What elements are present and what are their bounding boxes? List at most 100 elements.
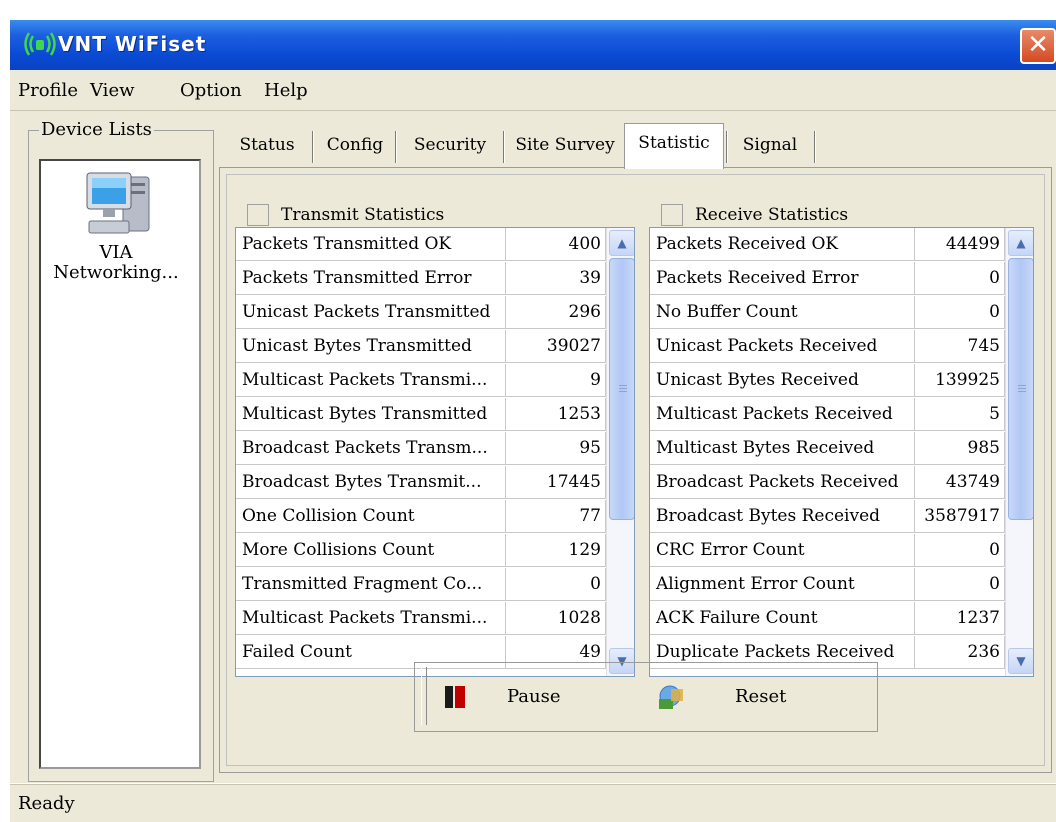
stat-name: Broadcast Bytes Received (650, 500, 915, 533)
tab-security[interactable]: Security (400, 126, 500, 166)
stat-name: ACK Failure Count (650, 602, 915, 635)
table-row[interactable]: ACK Failure Count 1237 (650, 602, 1005, 636)
tab-site-survey[interactable]: Site Survey (508, 126, 622, 166)
close-button[interactable]: ✕ (1020, 28, 1056, 64)
transmit-title: Transmit Statistics (281, 205, 445, 225)
receive-checkbox[interactable] (661, 204, 683, 226)
pause-icon (445, 686, 465, 708)
table-row[interactable]: Packets Transmitted Error 39 (236, 262, 606, 296)
status-bar: Ready (10, 784, 1056, 822)
stat-name: Broadcast Packets Received (650, 466, 915, 499)
table-row[interactable]: CRC Error Count 0 (650, 534, 1005, 568)
stat-value: 39 (506, 262, 606, 295)
scroll-down-icon[interactable]: ▼ (1008, 648, 1033, 674)
table-row[interactable]: Broadcast Packets Received 43749 (650, 466, 1005, 500)
table-row[interactable]: Alignment Error Count 0 (650, 568, 1005, 602)
device-lists-group: Device Lists VIA Networking... (28, 119, 214, 782)
stat-value: 9 (506, 364, 606, 397)
stat-name: Multicast Packets Received (650, 398, 915, 431)
transmit-stats-list[interactable]: Failed Count 49 Multicast Packets Transmi.… (235, 227, 635, 677)
scroll-up-icon[interactable]: ▲ (1008, 230, 1033, 256)
client-area: Device Lists VIA Networking... Status Co (10, 111, 1056, 783)
stat-value: 0 (915, 568, 1005, 601)
stat-name: Unicast Packets Received (650, 330, 915, 363)
stat-name: More Collisions Count (236, 534, 506, 567)
stat-value: 0 (506, 568, 606, 601)
computer-icon[interactable] (83, 169, 159, 239)
table-row[interactable]: No Buffer Count 0 (650, 296, 1005, 330)
close-icon: ✕ (1027, 30, 1049, 60)
tab-config[interactable]: Config (320, 126, 390, 166)
menu-option[interactable]: Option (180, 80, 242, 101)
table-row[interactable]: Multicast Packets Received 5 (650, 398, 1005, 432)
table-row[interactable]: Packets Received Error 0 (650, 262, 1005, 296)
table-row[interactable]: Multicast Packets Transmi... 1028 (236, 602, 606, 636)
stat-name: Packets Transmitted Error (236, 262, 506, 295)
stat-name: One Collision Count (236, 500, 506, 533)
stat-name: Transmitted Fragment Co... (236, 568, 506, 601)
stat-name: Broadcast Bytes Transmit... (236, 466, 506, 499)
table-row[interactable]: Packets Received OK 44499 (650, 228, 1005, 262)
table-row[interactable]: Unicast Packets Received 745 (650, 330, 1005, 364)
reset-label: Reset (735, 686, 787, 707)
transmit-scroll-thumb[interactable] (609, 258, 634, 520)
tab-signal[interactable]: Signal (732, 126, 808, 166)
transmit-checkbox[interactable] (247, 204, 269, 226)
transmit-scrollbar[interactable]: ▲ ▼ (606, 228, 634, 676)
menu-help[interactable]: Help (264, 80, 308, 101)
stat-name: Packets Received Error (650, 262, 915, 295)
table-row[interactable]: More Collisions Count 129 (236, 534, 606, 568)
table-row[interactable]: Multicast Bytes Transmitted 1253 (236, 398, 606, 432)
device-list-box[interactable]: VIA Networking... (39, 159, 201, 769)
table-row[interactable]: Unicast Bytes Received 139925 (650, 364, 1005, 398)
tab-separator (726, 131, 727, 163)
table-row[interactable]: Broadcast Bytes Transmit... 17445 (236, 466, 606, 500)
stat-name: Multicast Bytes Received (650, 432, 915, 465)
menu-profile[interactable]: Profile (18, 80, 78, 101)
stat-value: 44499 (915, 228, 1005, 261)
table-row[interactable]: Multicast Packets Transmi... 9 (236, 364, 606, 398)
tab-statistic[interactable]: Statistic (624, 123, 724, 169)
tab-separator (395, 131, 396, 163)
stat-value: 236 (915, 636, 1005, 669)
table-row[interactable]: Broadcast Packets Transm... 95 (236, 432, 606, 466)
pause-button[interactable]: Pause (441, 669, 641, 725)
table-row[interactable]: Transmitted Fragment Co... 0 (236, 568, 606, 602)
table-row[interactable]: Multicast Bytes Received 985 (650, 432, 1005, 466)
device-label-line2[interactable]: Networking... (41, 263, 191, 283)
menu-view[interactable]: View (90, 80, 135, 101)
table-row[interactable]: Packets Transmitted OK 400 (236, 228, 606, 262)
wifi-logo-icon (24, 32, 56, 56)
receive-scrollbar[interactable]: ▲ ▼ (1005, 228, 1033, 676)
stat-value: 5 (915, 398, 1005, 431)
table-row[interactable]: Broadcast Bytes Received 3587917 (650, 500, 1005, 534)
scroll-up-icon[interactable]: ▲ (609, 230, 634, 256)
stat-value: 17445 (506, 466, 606, 499)
stat-name: Multicast Packets Transmi... (236, 364, 506, 397)
stat-value: 0 (915, 262, 1005, 295)
stat-value: 1028 (506, 602, 606, 635)
stat-value: 985 (915, 432, 1005, 465)
tab-status[interactable]: Status (230, 126, 304, 166)
title-bar[interactable]: VNT WiFiset ✕ (10, 20, 1056, 70)
receive-stats-list[interactable]: Duplicate Packets Received 236 ACK Failure… (649, 227, 1034, 677)
stat-value: 43749 (915, 466, 1005, 499)
stat-value: 139925 (915, 364, 1005, 397)
device-lists-legend: Device Lists (39, 119, 154, 140)
stat-value: 39027 (506, 330, 606, 363)
reset-button[interactable]: Reset (651, 669, 851, 725)
app-window: VNT WiFiset ✕ Profile View Option Help D… (0, 0, 1056, 822)
stat-value: 0 (915, 296, 1005, 329)
table-row[interactable]: Unicast Packets Transmitted 296 (236, 296, 606, 330)
receive-title: Receive Statistics (695, 205, 849, 225)
stat-value: 0 (915, 534, 1005, 567)
device-label-line1[interactable]: VIA (41, 243, 191, 263)
receive-scroll-thumb[interactable] (1008, 258, 1033, 520)
action-bar-edge (421, 667, 427, 725)
menu-bar: Profile View Option Help (10, 70, 1056, 111)
table-row[interactable]: One Collision Count 77 (236, 500, 606, 534)
table-row[interactable]: Unicast Bytes Transmitted 39027 (236, 330, 606, 364)
stat-name: Unicast Packets Transmitted (236, 296, 506, 329)
stat-name: No Buffer Count (650, 296, 915, 329)
stat-value: 745 (915, 330, 1005, 363)
